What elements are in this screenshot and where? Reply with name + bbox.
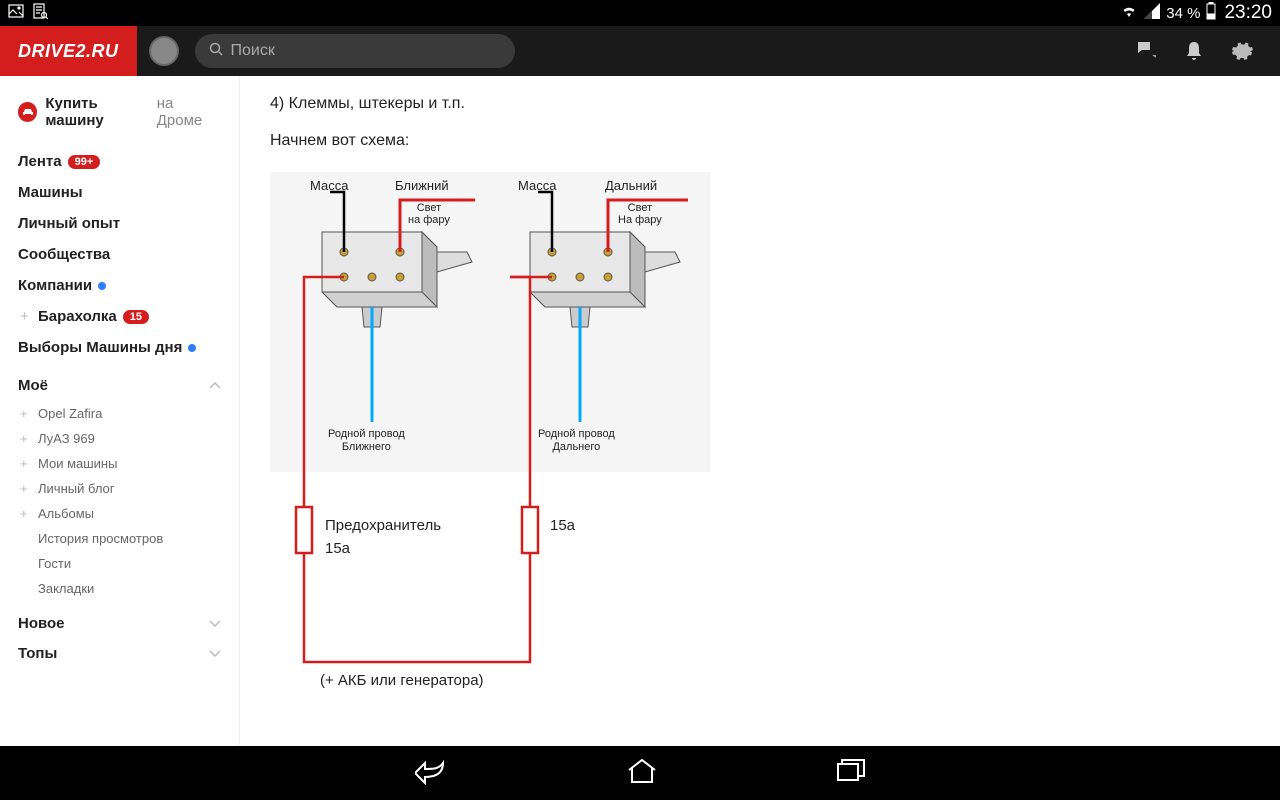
label-native-near: Родной проводБлижнего [328,428,405,454]
sidebar-item-votes[interactable]: Выборы Машины дня [0,332,239,363]
app-logo[interactable]: DRIVE2.RU [0,26,137,76]
search-input[interactable]: Поиск [195,34,515,68]
sidebar-item-experience[interactable]: Личный опыт [0,208,239,239]
list-item-4: 4) Клеммы, штекеры и т.п. [270,94,1250,115]
android-navbar [0,746,1280,800]
sidebar-item-luaz[interactable]: +ЛуАЗ 969 [0,426,239,451]
sidebar-item-albums[interactable]: +Альбомы [0,501,239,526]
chevron-down-icon [209,645,221,662]
chat-icon[interactable] [1136,40,1158,62]
bell-icon[interactable] [1184,40,1206,62]
label-mass2: Масса [518,178,556,193]
label-native-far: Родной проводДальнего [538,428,615,454]
label-source: (+ АКБ или генератора) [320,672,484,689]
sidebar: Купить машину на Дроме Лента 99+ Машины … [0,76,240,746]
signal-icon [1144,3,1160,23]
label-near: Ближний [395,178,449,193]
sidebar-section-new[interactable]: Новое [0,601,239,639]
chevron-up-icon [209,377,221,394]
plus-icon: + [20,481,38,496]
sidebar-item-mycars[interactable]: +Мои машины [0,451,239,476]
document-icon [32,3,48,23]
app-header: DRIVE2.RU Поиск [0,26,1280,76]
image-icon [8,3,24,23]
badge: 99+ [68,155,101,169]
article-content[interactable]: 4) Клеммы, штекеры и т.п. Начнем вот схе… [240,76,1280,746]
label-light1: Светна фару [408,202,450,226]
sidebar-item-guests[interactable]: Гости [0,551,239,576]
battery-pct: 34 % [1166,5,1200,22]
clock: 23:20 [1224,2,1272,24]
intro-text: Начнем вот схема: [270,131,1250,152]
back-button[interactable] [415,757,447,790]
label-mass1: Масса [310,178,348,193]
sidebar-item-communities[interactable]: Сообщества [0,239,239,270]
label-light2: СветНа фару [618,202,662,226]
sidebar-item-bookmarks[interactable]: Закладки [0,576,239,601]
plus-icon: + [20,431,38,446]
car-badge-icon [18,102,37,122]
recent-button[interactable] [837,759,865,788]
plus-icon: + [20,308,38,325]
sidebar-item-opel[interactable]: +Opel Zafira [0,401,239,426]
sidebar-section-moe[interactable]: Моё [0,363,239,401]
sidebar-section-tops[interactable]: Топы [0,639,239,669]
wifi-icon [1120,3,1138,23]
sidebar-item-lenta[interactable]: Лента 99+ [0,146,239,177]
wiring-diagram: Масса Масса Ближний Дальний Светна фару … [270,172,730,732]
label-far: Дальний [605,178,657,193]
sidebar-item-history[interactable]: История просмотров [0,526,239,551]
gear-icon[interactable] [1232,40,1254,62]
label-15a-2: 15а [550,517,575,534]
sidebar-buy-car[interactable]: Купить машину на Дроме [0,88,239,136]
battery-icon [1206,2,1216,24]
home-button[interactable] [627,758,657,789]
sidebar-item-blog[interactable]: +Личный блог [0,476,239,501]
search-placeholder: Поиск [231,42,275,60]
plus-icon: + [20,406,38,421]
user-avatar[interactable] [149,36,179,66]
android-status-bar: 34 % 23:20 [0,0,1280,26]
search-icon [209,42,223,61]
sidebar-item-companies[interactable]: Компании [0,270,239,301]
label-fuse: Предохранитель [325,517,441,534]
plus-icon: + [20,456,38,471]
sidebar-item-flea[interactable]: + Барахолка 15 [0,301,239,332]
sidebar-item-cars[interactable]: Машины [0,177,239,208]
plus-icon: + [20,506,38,521]
blue-dot-icon [98,282,106,290]
label-15a-1: 15а [325,540,350,557]
chevron-down-icon [209,615,221,632]
blue-dot-icon [188,344,196,352]
badge: 15 [123,310,149,324]
